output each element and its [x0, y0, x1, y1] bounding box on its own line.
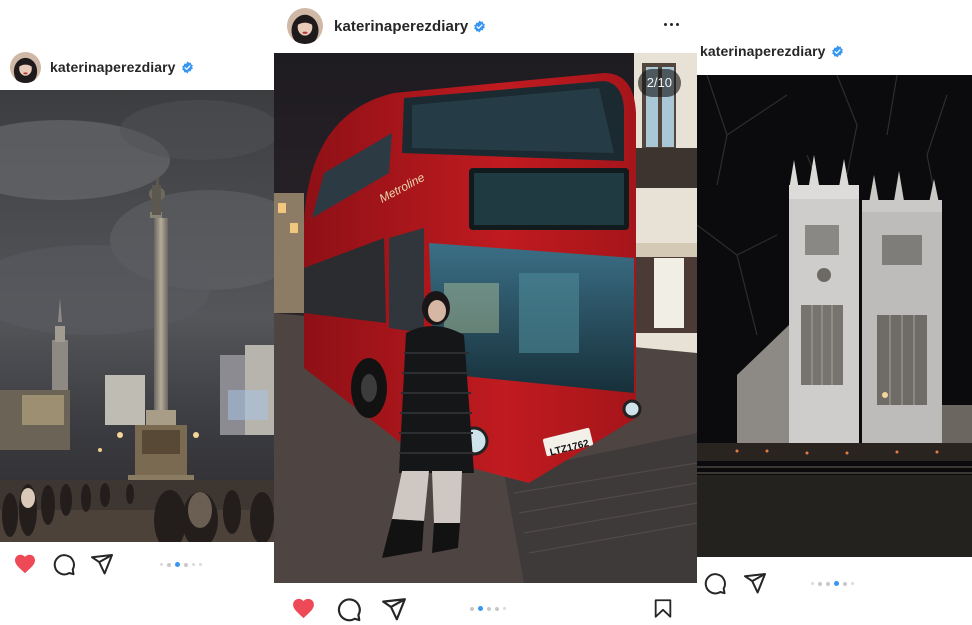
carousel-dot: [811, 582, 814, 585]
carousel-dot-active: [175, 562, 180, 567]
like-button[interactable]: [13, 552, 37, 576]
comment-icon: [53, 554, 75, 576]
verified-badge-icon: [181, 61, 194, 74]
carousel-dot: [843, 581, 847, 586]
post-header: katerinaperezdiary: [274, 0, 697, 52]
username[interactable]: katerinaperezdiary: [50, 59, 176, 75]
username[interactable]: katerinaperezdiary: [334, 18, 468, 35]
comment-icon: [704, 573, 726, 595]
carousel-indicator: [811, 581, 854, 586]
post-header: katerinaperezdiary: [697, 27, 972, 75]
carousel-indicator: [160, 562, 202, 567]
share-icon: [382, 598, 406, 621]
bookmark-icon: [654, 599, 672, 618]
carousel-dot: [851, 582, 854, 585]
comment-button[interactable]: [703, 571, 727, 595]
more-options-icon[interactable]: [661, 14, 681, 34]
carousel-dot: [160, 563, 163, 566]
carousel-dot: [487, 606, 491, 611]
post-action-bar: [697, 563, 972, 597]
post-photo-red-bus[interactable]: Metroline LTZ1762 2/10: [274, 53, 697, 583]
carousel-dot-active: [834, 581, 839, 586]
post-header: katerinaperezdiary: [0, 44, 274, 90]
share-icon: [91, 554, 113, 575]
carousel-dot: [167, 562, 171, 567]
comment-button[interactable]: [52, 552, 76, 576]
verified-badge-icon: [473, 20, 486, 33]
comment-icon: [337, 598, 361, 622]
avatar[interactable]: [10, 51, 41, 83]
heart-icon: [293, 598, 314, 619]
post-action-bar: [0, 544, 274, 584]
post-red-bus: katerinaperezdiary Metroline LTZ1762 2/1…: [274, 0, 697, 625]
carousel-dot-active: [478, 606, 483, 611]
post-westminster-abbey: katerinaperezdiary: [697, 27, 972, 597]
username[interactable]: katerinaperezdiary: [700, 43, 826, 59]
carousel-indicator: [470, 606, 506, 611]
share-button[interactable]: [743, 571, 767, 595]
like-button[interactable]: [290, 596, 317, 621]
share-icon: [744, 573, 766, 594]
share-button[interactable]: [90, 552, 114, 576]
heart-icon: [15, 554, 35, 574]
carousel-dot: [199, 563, 202, 566]
carousel-dot: [503, 607, 506, 610]
carousel-dot: [470, 606, 474, 611]
share-button[interactable]: [381, 596, 407, 622]
carousel-dot: [818, 581, 822, 586]
post-action-bar: [274, 588, 697, 625]
carousel-dot: [826, 581, 830, 586]
post-trafalgar: katerinaperezdiary: [0, 44, 274, 584]
carousel-dot: [192, 563, 195, 566]
carousel-dot: [495, 606, 499, 611]
verified-badge-icon: [831, 45, 844, 58]
post-photo-trafalgar-square[interactable]: [0, 90, 274, 542]
carousel-dot: [184, 562, 188, 567]
photo-counter-badge: 2/10: [637, 69, 681, 97]
comment-button[interactable]: [336, 596, 362, 622]
post-photo-westminster-abbey[interactable]: [697, 75, 972, 557]
save-button[interactable]: [652, 596, 674, 621]
avatar[interactable]: [287, 8, 323, 44]
